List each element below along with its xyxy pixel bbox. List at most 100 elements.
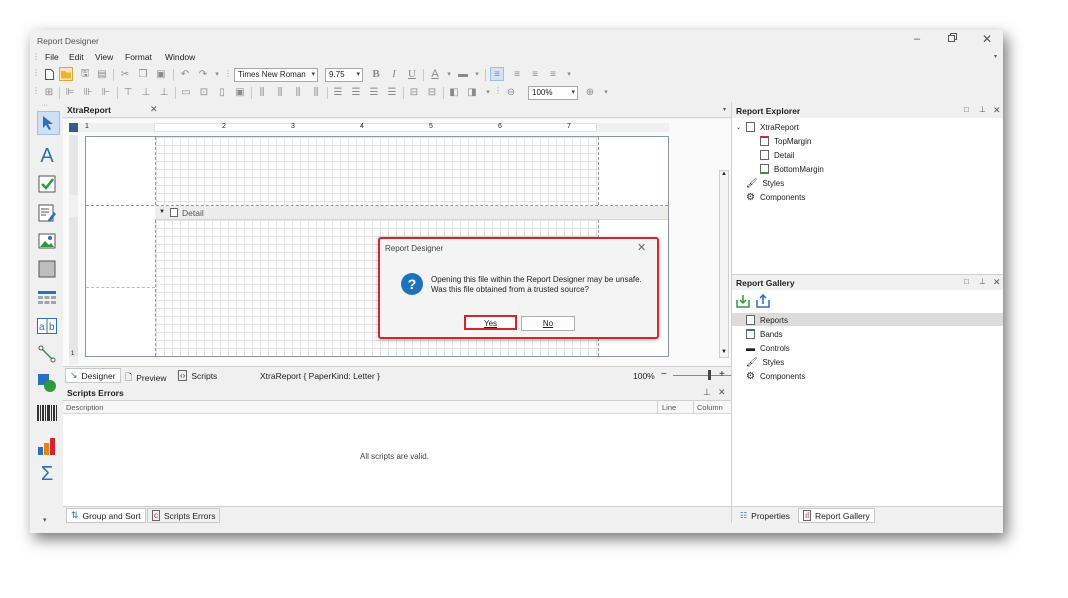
paste-icon[interactable]: ▣ (154, 67, 168, 81)
gallery-item-components[interactable]: ⚙ Components (746, 371, 805, 382)
picture-tool[interactable] (37, 231, 57, 251)
align-centers-icon[interactable]: ⊪ (81, 85, 95, 99)
close-icon[interactable]: ✕ (982, 32, 992, 46)
align-middles-icon[interactable]: ⊥ (139, 85, 153, 99)
tree-item-detail[interactable]: Detail (760, 150, 794, 160)
cut-icon[interactable]: ✂ (118, 67, 132, 81)
import-icon[interactable] (736, 294, 750, 310)
v-spacing-increase-icon[interactable]: ☰ (349, 85, 363, 99)
copy-icon[interactable]: ❐ (136, 67, 150, 81)
pin-icon[interactable]: ⊥ (979, 105, 986, 114)
align-right-icon[interactable]: ≡ (528, 67, 542, 81)
open-folder-icon[interactable] (59, 67, 73, 81)
align-lefts-icon[interactable]: ⊫ (63, 85, 77, 99)
gallery-item-controls[interactable]: ▬ Controls (746, 343, 790, 353)
size-to-grid-icon[interactable]: ⊡ (197, 85, 211, 99)
collapse-arrow-icon[interactable]: ▼ (159, 209, 165, 215)
zoom-combo[interactable]: 100% ▾ (528, 86, 578, 100)
scroll-up-icon[interactable]: ▲ (721, 171, 727, 177)
back-color-icon[interactable]: ▬ (456, 67, 470, 81)
chevron-down-icon[interactable]: ▾ (470, 67, 484, 81)
scroll-down-icon[interactable]: ▼ (721, 349, 727, 355)
column-column[interactable]: Column (697, 403, 723, 412)
font-size-combo[interactable]: 9.75 ▾ (325, 68, 363, 82)
font-name-combo[interactable]: Times New Roman ▾ (234, 68, 318, 82)
close-panel-icon[interactable]: ✕ (718, 387, 726, 398)
tab-group-and-sort[interactable]: ⇅ Group and Sort (66, 508, 146, 523)
chevron-down-icon[interactable]: ▾ (442, 67, 456, 81)
summary-tool[interactable]: Σ (37, 463, 57, 485)
send-to-back-icon[interactable]: ◨ (465, 85, 479, 99)
shape-tool[interactable] (37, 373, 57, 393)
panel-tool[interactable] (37, 259, 57, 279)
chevron-down-icon[interactable]: ▾ (562, 67, 576, 81)
h-spacing-increase-icon[interactable]: ⫼ (273, 85, 287, 99)
make-same-height-icon[interactable]: ▯ (215, 85, 229, 99)
dialog-close-icon[interactable]: ✕ (637, 241, 646, 254)
v-spacing-remove-icon[interactable]: ☰ (385, 85, 399, 99)
h-spacing-equal-icon[interactable]: ⫼ (255, 85, 269, 99)
align-center-icon[interactable]: ≡ (510, 67, 524, 81)
chevron-down-icon[interactable]: ▾ (481, 85, 495, 99)
close-panel-icon[interactable]: ✕ (993, 277, 1001, 288)
chevron-down-icon[interactable]: ▾ (599, 85, 613, 99)
chevron-down-icon[interactable]: ▾ (43, 516, 47, 524)
tree-item-topmargin[interactable]: TopMargin (760, 136, 811, 146)
redo-icon[interactable]: ↷ (196, 67, 210, 81)
tree-root-xtrareport[interactable]: ⌄ XtraReport (736, 122, 799, 132)
gallery-item-bands[interactable]: Bands (746, 329, 783, 339)
menu-edit[interactable]: Edit (69, 52, 84, 62)
save-icon[interactable]: 🖫 (78, 67, 92, 81)
justify-icon[interactable]: ≡ (546, 67, 560, 81)
pin-icon[interactable]: ⊥ (703, 387, 711, 398)
italic-icon[interactable]: I (387, 67, 401, 81)
align-rights-icon[interactable]: ⊩ (99, 85, 113, 99)
tab-report-gallery[interactable]: ıl Report Gallery (798, 508, 875, 523)
float-icon[interactable]: □ (964, 277, 969, 286)
zoom-in-button[interactable]: + (719, 369, 725, 380)
barcode-tool[interactable] (37, 403, 57, 423)
pointer-tool[interactable] (37, 111, 60, 135)
make-same-size-icon[interactable]: ▣ (233, 85, 247, 99)
float-icon[interactable]: □ (964, 105, 969, 114)
column-description[interactable]: Description (66, 403, 104, 412)
zoom-in-icon[interactable]: ⊕ (583, 85, 597, 99)
character-comb-tool[interactable]: ab (37, 316, 57, 336)
menu-format[interactable]: Format (125, 52, 152, 62)
label-tool[interactable]: A (37, 145, 57, 167)
h-spacing-decrease-icon[interactable]: ⫼ (291, 85, 305, 99)
top-margin-band[interactable] (155, 137, 599, 205)
tab-scripts-errors[interactable]: c Scripts Errors (147, 508, 221, 523)
ruler-corner-icon[interactable] (69, 123, 78, 132)
tab-scripts[interactable]: ‹› Scripts (178, 370, 217, 381)
tree-item-bottommargin[interactable]: BottomMargin (760, 164, 824, 174)
minimize-icon[interactable]: – (914, 33, 920, 45)
checkbox-tool[interactable] (37, 174, 57, 194)
table-tool[interactable] (37, 288, 57, 308)
zoom-out-button[interactable]: − (661, 369, 667, 380)
make-same-width-icon[interactable]: ▭ (179, 85, 193, 99)
tab-designer[interactable]: ↘ Designer (65, 368, 121, 383)
gallery-item-reports[interactable]: Reports (746, 315, 788, 325)
undo-icon[interactable]: ↶ (178, 67, 192, 81)
save-all-icon[interactable]: ▤ (95, 67, 109, 81)
menu-window[interactable]: Window (165, 52, 195, 62)
document-tab-label[interactable]: XtraReport (67, 105, 111, 115)
richtext-tool[interactable] (37, 203, 57, 223)
column-line[interactable]: Line (662, 403, 676, 412)
center-vertically-icon[interactable]: ⊟ (425, 85, 439, 99)
export-icon[interactable] (756, 293, 770, 310)
surface-scrollbar[interactable]: ▲ ▼ (719, 170, 729, 358)
underline-icon[interactable]: U (405, 67, 419, 81)
detail-band-header[interactable]: ▼ Detail (155, 206, 668, 220)
menu-file[interactable]: File (45, 52, 59, 62)
h-spacing-remove-icon[interactable]: ⫼ (309, 85, 323, 99)
chevron-down-icon[interactable]: ▾ (723, 106, 726, 113)
zoom-slider-thumb[interactable] (708, 370, 711, 380)
zoom-out-icon[interactable]: ⊖ (504, 85, 518, 99)
bold-icon[interactable]: B (369, 67, 383, 81)
chart-tool[interactable] (37, 436, 57, 456)
line-tool[interactable] (37, 344, 57, 364)
gallery-item-styles[interactable]: 🖌 Styles (746, 357, 784, 368)
new-report-icon[interactable] (42, 67, 56, 81)
